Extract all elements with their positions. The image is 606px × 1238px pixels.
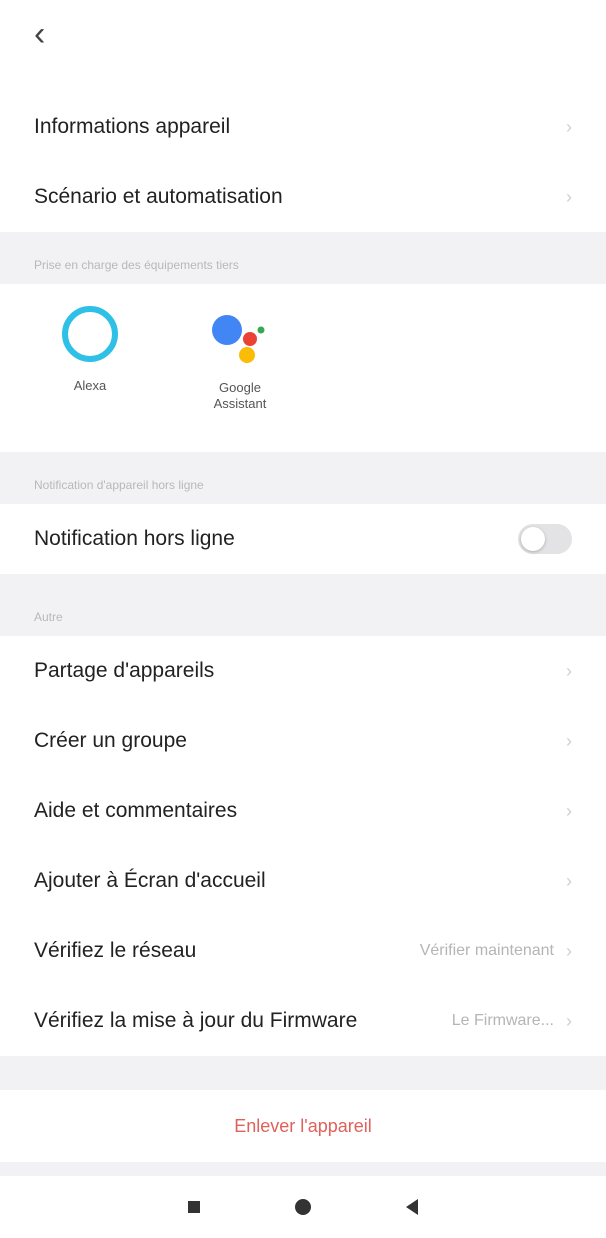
alexa-icon bbox=[62, 306, 118, 362]
device-menu-top: Informations appareil › Scénario et auto… bbox=[0, 92, 606, 232]
nav-recents-icon[interactable] bbox=[174, 1187, 214, 1227]
firmware-update-right: Le Firmware... › bbox=[452, 1012, 572, 1030]
chevron-right-icon: › bbox=[566, 1011, 572, 1031]
firmware-update-label: Vérifiez la mise à jour du Firmware bbox=[34, 1009, 358, 1032]
check-network-label: Vérifiez le réseau bbox=[34, 939, 197, 962]
share-devices-row[interactable]: Partage d'appareils › bbox=[0, 636, 606, 706]
remove-device-button[interactable]: Enlever l'appareil bbox=[0, 1090, 606, 1162]
alexa-item[interactable]: Alexa bbox=[30, 284, 150, 452]
check-network-value: Vérifier maintenant bbox=[419, 942, 554, 959]
share-devices-label: Partage d'appareils bbox=[34, 659, 215, 682]
chevron-right-icon: › bbox=[566, 801, 572, 821]
help-feedback-label: Aide et commentaires bbox=[34, 799, 238, 822]
nav-home-icon[interactable] bbox=[283, 1187, 323, 1227]
top-bar: ‹ bbox=[0, 0, 606, 92]
chevron-right-icon: › bbox=[566, 941, 572, 961]
google-assistant-icon bbox=[212, 315, 265, 363]
third-party-assistants: Alexa Google Assistant bbox=[0, 284, 606, 452]
firmware-update-row[interactable]: Vérifiez la mise à jour du Firmware Le F… bbox=[0, 986, 606, 1056]
create-group-label: Créer un groupe bbox=[34, 729, 187, 752]
toggle-knob bbox=[521, 527, 545, 551]
android-nav-bar bbox=[0, 1176, 606, 1238]
device-info-label: Informations appareil bbox=[34, 115, 231, 138]
scenario-automation-row[interactable]: Scénario et automatisation › bbox=[0, 162, 606, 232]
chevron-right-icon: › bbox=[566, 661, 572, 681]
chevron-right-icon: › bbox=[566, 871, 572, 891]
chevron-right-icon: › bbox=[566, 187, 572, 207]
check-network-row[interactable]: Vérifiez le réseau Vérifier maintenant › bbox=[0, 916, 606, 986]
offline-section-header: Notification d'appareil hors ligne bbox=[34, 478, 204, 492]
other-section-header: Autre bbox=[34, 610, 63, 624]
alexa-label: Alexa bbox=[73, 378, 107, 393]
firmware-update-value: Le Firmware... bbox=[451, 1012, 554, 1029]
google-label-line2: Assistant bbox=[213, 396, 267, 412]
google-assistant-item[interactable]: Google Assistant bbox=[180, 284, 300, 452]
offline-group: Notification hors ligne bbox=[0, 504, 606, 574]
chevron-right-icon: › bbox=[566, 117, 572, 137]
help-feedback-row[interactable]: Aide et commentaires › bbox=[0, 776, 606, 846]
nav-back-icon[interactable] bbox=[392, 1187, 432, 1227]
chevron-right-icon: › bbox=[566, 731, 572, 751]
create-group-row[interactable]: Créer un groupe › bbox=[0, 706, 606, 776]
device-info-row[interactable]: Informations appareil › bbox=[0, 92, 606, 162]
google-label-line1: Google bbox=[219, 380, 261, 395]
add-home-screen-row[interactable]: Ajouter à Écran d'accueil › bbox=[0, 846, 606, 916]
back-arrow-icon[interactable]: ‹ bbox=[34, 14, 74, 54]
add-home-screen-label: Ajouter à Écran d'accueil bbox=[34, 869, 266, 892]
offline-notification-toggle[interactable] bbox=[518, 524, 572, 554]
google-assistant-label: Google Assistant bbox=[214, 380, 267, 413]
offline-notification-label: Notification hors ligne bbox=[34, 527, 235, 550]
scenario-automation-label: Scénario et automatisation bbox=[34, 185, 283, 208]
third-party-section-header: Prise en charge des équipements tiers bbox=[34, 258, 239, 272]
check-network-right: Vérifier maintenant › bbox=[420, 942, 572, 960]
offline-notification-row: Notification hors ligne bbox=[0, 504, 606, 574]
other-group: Partage d'appareils › Créer un groupe › … bbox=[0, 636, 606, 1056]
